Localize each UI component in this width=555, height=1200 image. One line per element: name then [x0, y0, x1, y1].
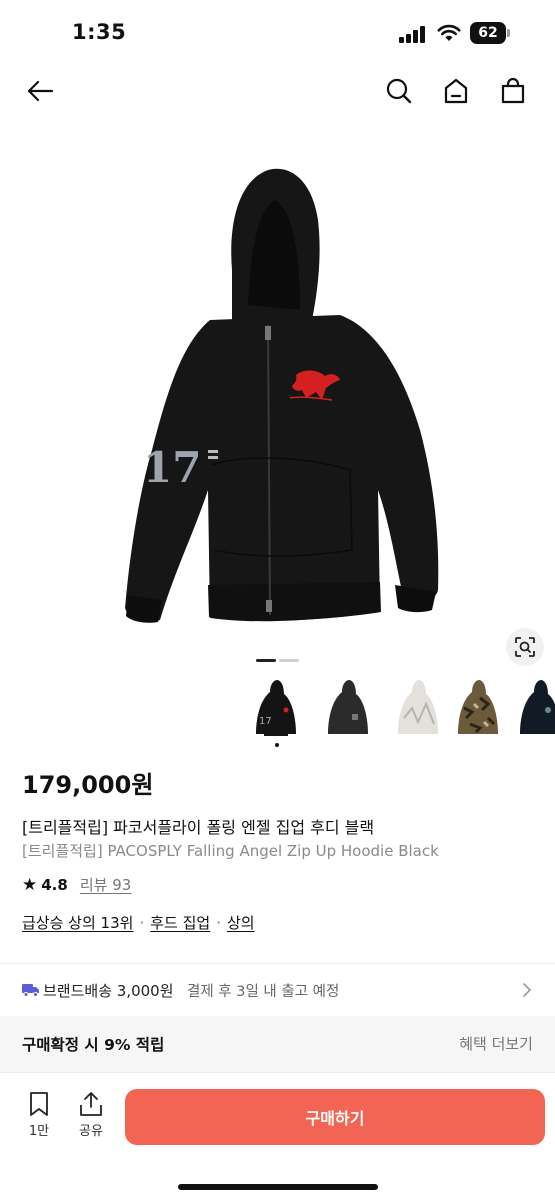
- rating-row: ★ 4.8 리뷰 93: [22, 874, 131, 895]
- signal-icon: [399, 25, 427, 43]
- home-indicator: [178, 1184, 378, 1190]
- back-button[interactable]: [23, 74, 57, 108]
- variant-thumbnail[interactable]: [510, 678, 555, 740]
- rating-score: 4.8: [41, 875, 68, 894]
- product-price: 179,000원: [22, 771, 154, 799]
- cart-button[interactable]: [496, 74, 530, 108]
- variant-thumbnail-print-number: 17: [259, 716, 272, 727]
- top-nav: [0, 64, 555, 116]
- wifi-icon: [437, 24, 461, 41]
- buy-button[interactable]: 구매하기: [125, 1089, 545, 1145]
- share-label: 공유: [79, 1124, 103, 1139]
- shipping-row[interactable]: 브랜드배송 3,000원 결제 후 3일 내 출고 예정: [0, 964, 555, 1016]
- bookmark-count: 1만: [28, 1124, 50, 1139]
- lens-search-button[interactable]: [506, 628, 544, 666]
- search-button[interactable]: [382, 74, 416, 108]
- bottom-action-bar: 1만 공유 구매하기: [0, 1072, 555, 1200]
- status-bar: 1:35 62: [0, 0, 555, 64]
- product-image[interactable]: 17: [0, 130, 555, 655]
- product-title-en: [트리플적립] PACOSPLY Falling Angel Zip Up Ho…: [22, 842, 439, 860]
- reward-row[interactable]: 구매확정 시 9% 적립 혜택 더보기: [0, 1016, 555, 1072]
- variant-thumbnail[interactable]: 17: [246, 678, 306, 747]
- shopping-bag-icon: [501, 77, 525, 104]
- reward-label: 구매확정 시 9% 적립: [22, 1036, 165, 1054]
- bookmark-icon: [30, 1092, 48, 1116]
- home-icon: [444, 78, 468, 104]
- tag-separator: ·: [139, 913, 145, 932]
- shipping-desc: 결제 후 3일 내 출고 예정: [187, 984, 340, 1000]
- product-detail-page: 1:35 62 17 17 179,000원 [트리플적립] 파코서플라이 폴링…: [0, 0, 555, 1200]
- star-icon: ★: [22, 874, 38, 895]
- product-title-ko: [트리플적립] 파코서플라이 폴링 엔젤 집업 후디 블랙: [22, 818, 375, 837]
- variant-thumbnails: 17: [246, 678, 555, 748]
- tag-hood-zipup[interactable]: 후드 집업: [150, 912, 210, 933]
- search-icon: [386, 78, 412, 104]
- chevron-right-icon: [523, 983, 532, 997]
- home-button[interactable]: [439, 74, 473, 108]
- variant-thumbnail[interactable]: [388, 678, 448, 740]
- shipping-label: 브랜드배송 3,000원: [43, 982, 174, 1000]
- truck-icon: [22, 984, 39, 997]
- bookmark-button[interactable]: 1만: [19, 1091, 59, 1139]
- share-icon: [80, 1092, 102, 1116]
- variant-thumbnail[interactable]: [448, 678, 508, 740]
- back-arrow-icon: [27, 80, 54, 102]
- image-pager: [256, 659, 300, 662]
- tag-separator: ·: [216, 913, 221, 932]
- benefit-more-link[interactable]: 혜택 더보기: [459, 1033, 533, 1054]
- category-tags: 급상승 상의 13위 · 후드 집업 · 상의: [22, 912, 255, 933]
- reviews-link[interactable]: 리뷰 93: [80, 874, 131, 895]
- tag-ranking[interactable]: 급상승 상의 13위: [22, 912, 133, 933]
- status-time: 1:35: [72, 20, 127, 44]
- sleeve-number-print: 17: [143, 443, 201, 492]
- battery-icon: 62: [470, 22, 510, 44]
- lens-search-icon: [515, 637, 535, 657]
- battery-level: 62: [470, 22, 506, 44]
- share-button[interactable]: 공유: [71, 1091, 111, 1139]
- tag-top[interactable]: 상의: [227, 912, 255, 933]
- variant-thumbnail[interactable]: [318, 678, 378, 740]
